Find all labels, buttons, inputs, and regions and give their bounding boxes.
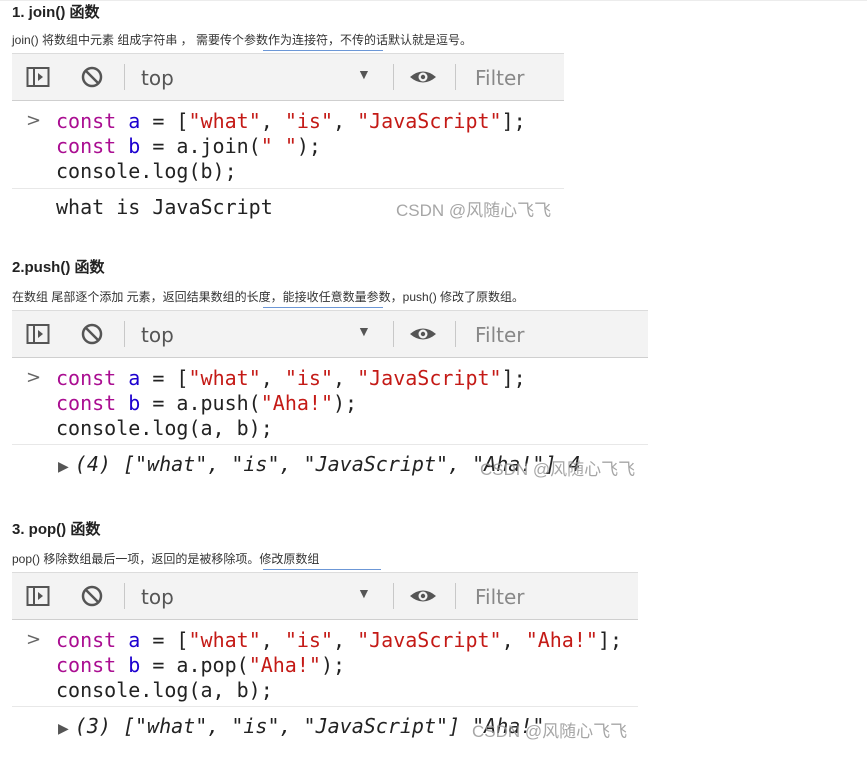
filter-input[interactable]: Filter — [475, 585, 525, 609]
context-selector[interactable]: top — [141, 585, 174, 609]
dropdown-arrow-icon[interactable]: ▼ — [357, 66, 371, 82]
link-underline — [263, 50, 383, 51]
link-underline — [263, 569, 381, 570]
sidebar-toggle-icon[interactable] — [26, 66, 50, 88]
filter-input[interactable]: Filter — [475, 323, 525, 347]
dropdown-arrow-icon[interactable]: ▼ — [357, 323, 371, 339]
clear-console-icon[interactable] — [80, 585, 104, 607]
code-line: const a = ["what", "is", "JavaScript"]; — [56, 109, 526, 133]
section-description: 在数组 尾部逐个添加 元素，返回结果数组的长度，能接收任意数量参数，push()… — [12, 290, 525, 304]
console-prompt-icon: > — [26, 110, 42, 131]
devtools-console: top ▼ Filter > const a = ["what", "is", … — [12, 572, 638, 746]
console-prompt-icon: > — [26, 629, 42, 650]
context-selector[interactable]: top — [141, 66, 174, 90]
code-line: console.log(b); — [56, 159, 237, 183]
toolbar-separator — [393, 64, 394, 90]
top-divider — [0, 0, 867, 1]
link-underline — [263, 307, 383, 308]
sidebar-toggle-icon[interactable] — [26, 323, 50, 345]
section-description: join() 将数组中元素 组成字符串 ， 需要传个参数作为连接符，不传的话默认… — [12, 33, 473, 47]
code-line: const b = a.join(" "); — [56, 134, 321, 158]
eye-icon[interactable] — [408, 585, 438, 607]
filter-input[interactable]: Filter — [475, 66, 525, 90]
toolbar-separator — [393, 583, 394, 609]
eye-icon[interactable] — [408, 323, 438, 345]
toolbar-separator — [124, 583, 125, 609]
clear-console-icon[interactable] — [80, 323, 104, 345]
output-divider — [12, 188, 564, 189]
code-line: const b = a.push("Aha!"); — [56, 391, 358, 415]
output-divider — [12, 706, 638, 707]
console-toolbar: top ▼ Filter — [12, 310, 648, 358]
clear-console-icon[interactable] — [80, 66, 104, 88]
toolbar-separator — [124, 321, 125, 347]
expand-triangle-icon[interactable]: ▶ — [58, 459, 69, 475]
toolbar-separator — [455, 321, 456, 347]
sidebar-toggle-icon[interactable] — [26, 585, 50, 607]
context-selector[interactable]: top — [141, 323, 174, 347]
toolbar-separator — [393, 321, 394, 347]
toolbar-separator — [124, 64, 125, 90]
section-heading: 1. join() 函数 — [12, 4, 100, 21]
watermark: CSDN @风随心飞飞 — [480, 460, 636, 479]
section-heading: 3. pop() 函数 — [12, 521, 101, 538]
toolbar-separator — [455, 64, 456, 90]
console-toolbar: top ▼ Filter — [12, 572, 638, 620]
section-description: pop() 移除数组最后一项，返回的是被移除项。修改原数组 — [12, 552, 320, 566]
code-line: const a = ["what", "is", "JavaScript", "… — [56, 628, 623, 652]
watermark: CSDN @风随心飞飞 — [396, 201, 552, 220]
code-line: console.log(a, b); — [56, 678, 273, 702]
console-prompt-icon: > — [26, 367, 42, 388]
code-line: const a = ["what", "is", "JavaScript"]; — [56, 366, 526, 390]
eye-icon[interactable] — [408, 66, 438, 88]
expand-triangle-icon[interactable]: ▶ — [58, 721, 69, 737]
devtools-console: top ▼ Filter > const a = ["what", "is", … — [12, 310, 648, 484]
code-line: const b = a.pop("Aha!"); — [56, 653, 346, 677]
devtools-console: top ▼ Filter > const a = ["what", "is", … — [12, 53, 564, 220]
console-toolbar: top ▼ Filter — [12, 53, 564, 101]
watermark: CSDN @风随心飞飞 — [472, 722, 628, 741]
output-divider — [12, 444, 648, 445]
code-line: console.log(a, b); — [56, 416, 273, 440]
console-output: what is JavaScript — [56, 195, 273, 219]
toolbar-separator — [455, 583, 456, 609]
dropdown-arrow-icon[interactable]: ▼ — [357, 585, 371, 601]
section-heading: 2.push() 函数 — [12, 259, 105, 276]
